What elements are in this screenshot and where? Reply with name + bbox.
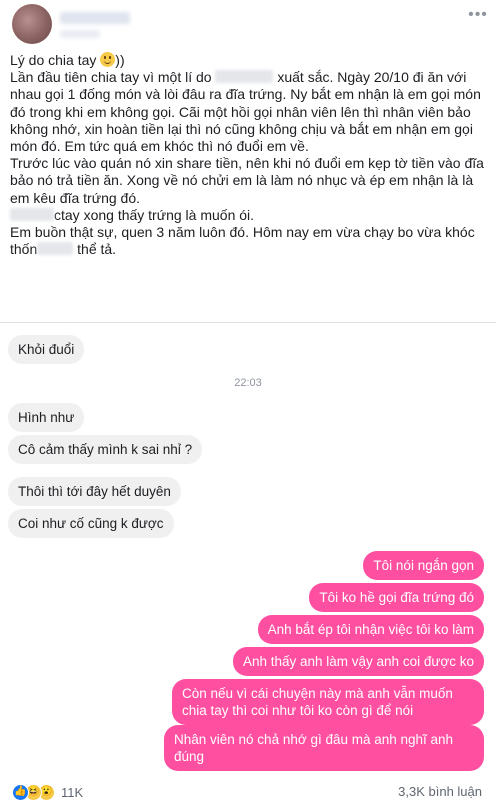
received-message: Hình như [8,403,85,432]
post-header: ••• [0,0,496,48]
sent-message: Tôi nói ngắn gọn [363,551,484,580]
redacted-text [37,242,74,256]
chat-screenshot: Khỏi đuổi 22:03 Hình như Cô cảm thấy mìn… [0,323,496,771]
post-text-segment: thốn [10,241,38,258]
sent-message: Nhân viên nó chả nhớ gì đâu mà anh nghĩ … [164,725,484,771]
post-line: bảo nó trả tiền ăn. Xong về nó chửi em l… [10,172,474,189]
post-body: Lý do chia tay )) Lần đầu tiên chia tay … [10,52,490,258]
post-line: Trước lúc vào quán nó xin share tiền, nê… [10,155,484,172]
post-line: Em buồn thật sự, quen 3 năm luôn đó. Hôm… [10,224,475,241]
post-text-segment: ctay xong thấy trứng là muốn ói. [54,206,255,223]
chat-timestamp: 22:03 [234,377,262,389]
received-message: Thôi thì tới đây hết duyên [8,477,181,506]
sent-message: Còn nếu vì cái chuyện này mà anh vẫn muố… [172,679,484,725]
thumbs-up-icon: 👍 [12,783,29,801]
post-line: ctay xong thấy trứng là muốn ói. [10,207,490,224]
post-line: Lần đầu tiên chia tay vì một lí do xuất … [10,69,490,86]
post-line: em kêu đĩa trứng đó. [10,189,140,206]
reactions-summary[interactable]: 👍 😆 😮 11K [12,782,83,802]
post-line: Lý do chia tay )) [10,52,490,69]
sent-message: Anh thấy anh làm vậy anh coi được ko [232,647,484,676]
sent-message: Anh bắt ép tôi nhận việc tôi ko làm [257,615,484,644]
post-timestamp-redacted [60,30,100,38]
received-message: Coi như cố cũng k được [8,509,174,538]
sent-message: Tôi ko hề gọi đĩa trứng đó [309,583,484,612]
received-message: Khỏi đuổi [8,335,85,364]
avatar[interactable] [12,4,52,44]
post-line: món đó. Em tức quá em khóc thì nó đuổi e… [10,138,309,155]
author-name-redacted[interactable] [60,12,130,24]
post-text-segment: Lần đầu tiên chia tay vì một lí do [10,69,216,86]
post-text-segment: )) [115,52,125,68]
post-line: không nhớ, xin hoàn tiền lại thì nó cũng… [10,120,473,137]
redacted-text [10,207,54,221]
received-message: Cô cảm thấy mình k sai nhỉ ? [8,435,203,464]
comment-count-link[interactable]: 3,3K bình luận [398,784,482,799]
post-line: nhau gọi 1 đống món và lòi đâu ra đĩa tr… [10,86,481,103]
redacted-text [215,70,274,84]
post-line: đó trong khi em không gọi. Cãi một hồi g… [10,103,471,120]
post-line: thốn thể tả. [10,241,490,258]
more-options-button[interactable]: ••• [466,7,490,26]
smile-emoji-icon [100,52,116,67]
post-text-segment: thể tả. [73,241,117,258]
reaction-count[interactable]: 11K [61,785,83,800]
post-text-segment: Lý do chia tay [10,52,101,68]
post-text-segment: xuất sắc. Ngày 20/10 đi ăn với [273,69,467,86]
